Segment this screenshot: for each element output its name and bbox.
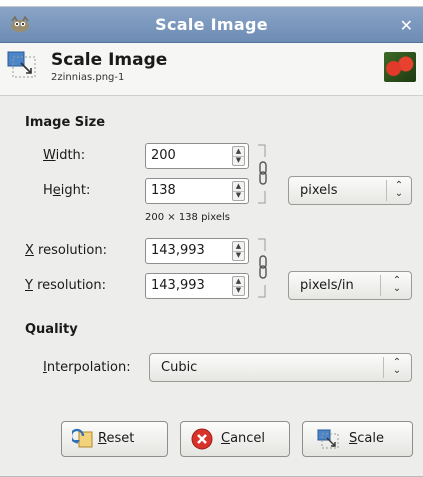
width-label: Width: bbox=[43, 148, 86, 163]
y-resolution-spinbox[interactable]: 143,993 ▲ ▼ bbox=[145, 273, 249, 299]
top-edge bbox=[0, 0, 423, 7]
scale-image-dialog: Scale Image ✕ Scale Image 2zinnias.png-1… bbox=[0, 0, 423, 477]
resolution-unit-updown-icon: ⌃ ⌄ bbox=[392, 275, 402, 294]
size-note: 200 × 138 pixels bbox=[145, 212, 230, 223]
width-stepper[interactable]: ▲ ▼ bbox=[232, 146, 245, 166]
x-resolution-spinbox[interactable]: 143,993 ▲ ▼ bbox=[145, 238, 249, 264]
header-title: Scale Image bbox=[51, 50, 168, 70]
y-resolution-label: Y resolution: bbox=[25, 278, 107, 293]
reset-icon bbox=[72, 428, 93, 448]
interpolation-value: Cubic bbox=[161, 360, 198, 375]
height-value[interactable]: 138 bbox=[151, 183, 176, 198]
x-resolution-down-arrow-icon[interactable]: ▼ bbox=[233, 251, 244, 260]
size-unit-value: pixels bbox=[300, 183, 338, 198]
height-stepper[interactable]: ▲ ▼ bbox=[232, 181, 245, 201]
size-chain-icon[interactable] bbox=[255, 143, 271, 205]
scale-icon bbox=[317, 429, 339, 449]
y-resolution-stepper[interactable]: ▲ ▼ bbox=[232, 276, 245, 296]
width-value[interactable]: 200 bbox=[151, 148, 176, 163]
cancel-icon bbox=[191, 428, 213, 450]
height-label: Height: bbox=[43, 183, 91, 198]
scale-label: Scale bbox=[349, 431, 384, 446]
scale-button[interactable]: Scale bbox=[302, 421, 413, 457]
interpolation-updown-icon: ⌃ ⌄ bbox=[392, 357, 402, 376]
x-resolution-value[interactable]: 143,993 bbox=[151, 243, 205, 258]
resolution-unit-combo[interactable]: pixels/in ⌃ ⌄ bbox=[288, 271, 412, 300]
width-spinbox[interactable]: 200 ▲ ▼ bbox=[145, 143, 249, 169]
close-icon[interactable]: ✕ bbox=[400, 16, 413, 35]
title-bar[interactable]: Scale Image ✕ bbox=[0, 7, 423, 43]
header-subtitle: 2zinnias.png-1 bbox=[51, 72, 125, 83]
x-resolution-label: X resolution: bbox=[25, 243, 107, 258]
cancel-label: Cancel bbox=[221, 431, 266, 446]
interpolation-label: Interpolation: bbox=[43, 360, 131, 375]
window-title: Scale Image bbox=[155, 15, 268, 34]
reset-label: Reset bbox=[98, 431, 135, 446]
quality-heading: Quality bbox=[25, 322, 78, 337]
reset-button[interactable]: Reset bbox=[61, 421, 168, 457]
dialog-header: Scale Image 2zinnias.png-1 bbox=[0, 43, 423, 96]
size-unit-updown-icon: ⌃ ⌄ bbox=[394, 180, 404, 199]
image-thumbnail bbox=[384, 52, 416, 82]
y-resolution-value[interactable]: 143,993 bbox=[151, 278, 205, 293]
image-size-heading: Image Size bbox=[25, 115, 106, 130]
scale-image-icon bbox=[7, 51, 36, 78]
x-resolution-stepper[interactable]: ▲ ▼ bbox=[232, 241, 245, 261]
height-down-arrow-icon[interactable]: ▼ bbox=[233, 191, 244, 200]
width-down-arrow-icon[interactable]: ▼ bbox=[233, 156, 244, 165]
resolution-chain-icon[interactable] bbox=[255, 237, 271, 299]
cancel-button[interactable]: Cancel bbox=[180, 421, 290, 457]
height-spinbox[interactable]: 138 ▲ ▼ bbox=[145, 178, 249, 204]
resolution-unit-value: pixels/in bbox=[300, 278, 354, 293]
y-resolution-down-arrow-icon[interactable]: ▼ bbox=[233, 286, 244, 295]
interpolation-combo[interactable]: Cubic ⌃ ⌄ bbox=[149, 353, 412, 382]
size-unit-combo[interactable]: pixels ⌃ ⌄ bbox=[288, 176, 412, 205]
